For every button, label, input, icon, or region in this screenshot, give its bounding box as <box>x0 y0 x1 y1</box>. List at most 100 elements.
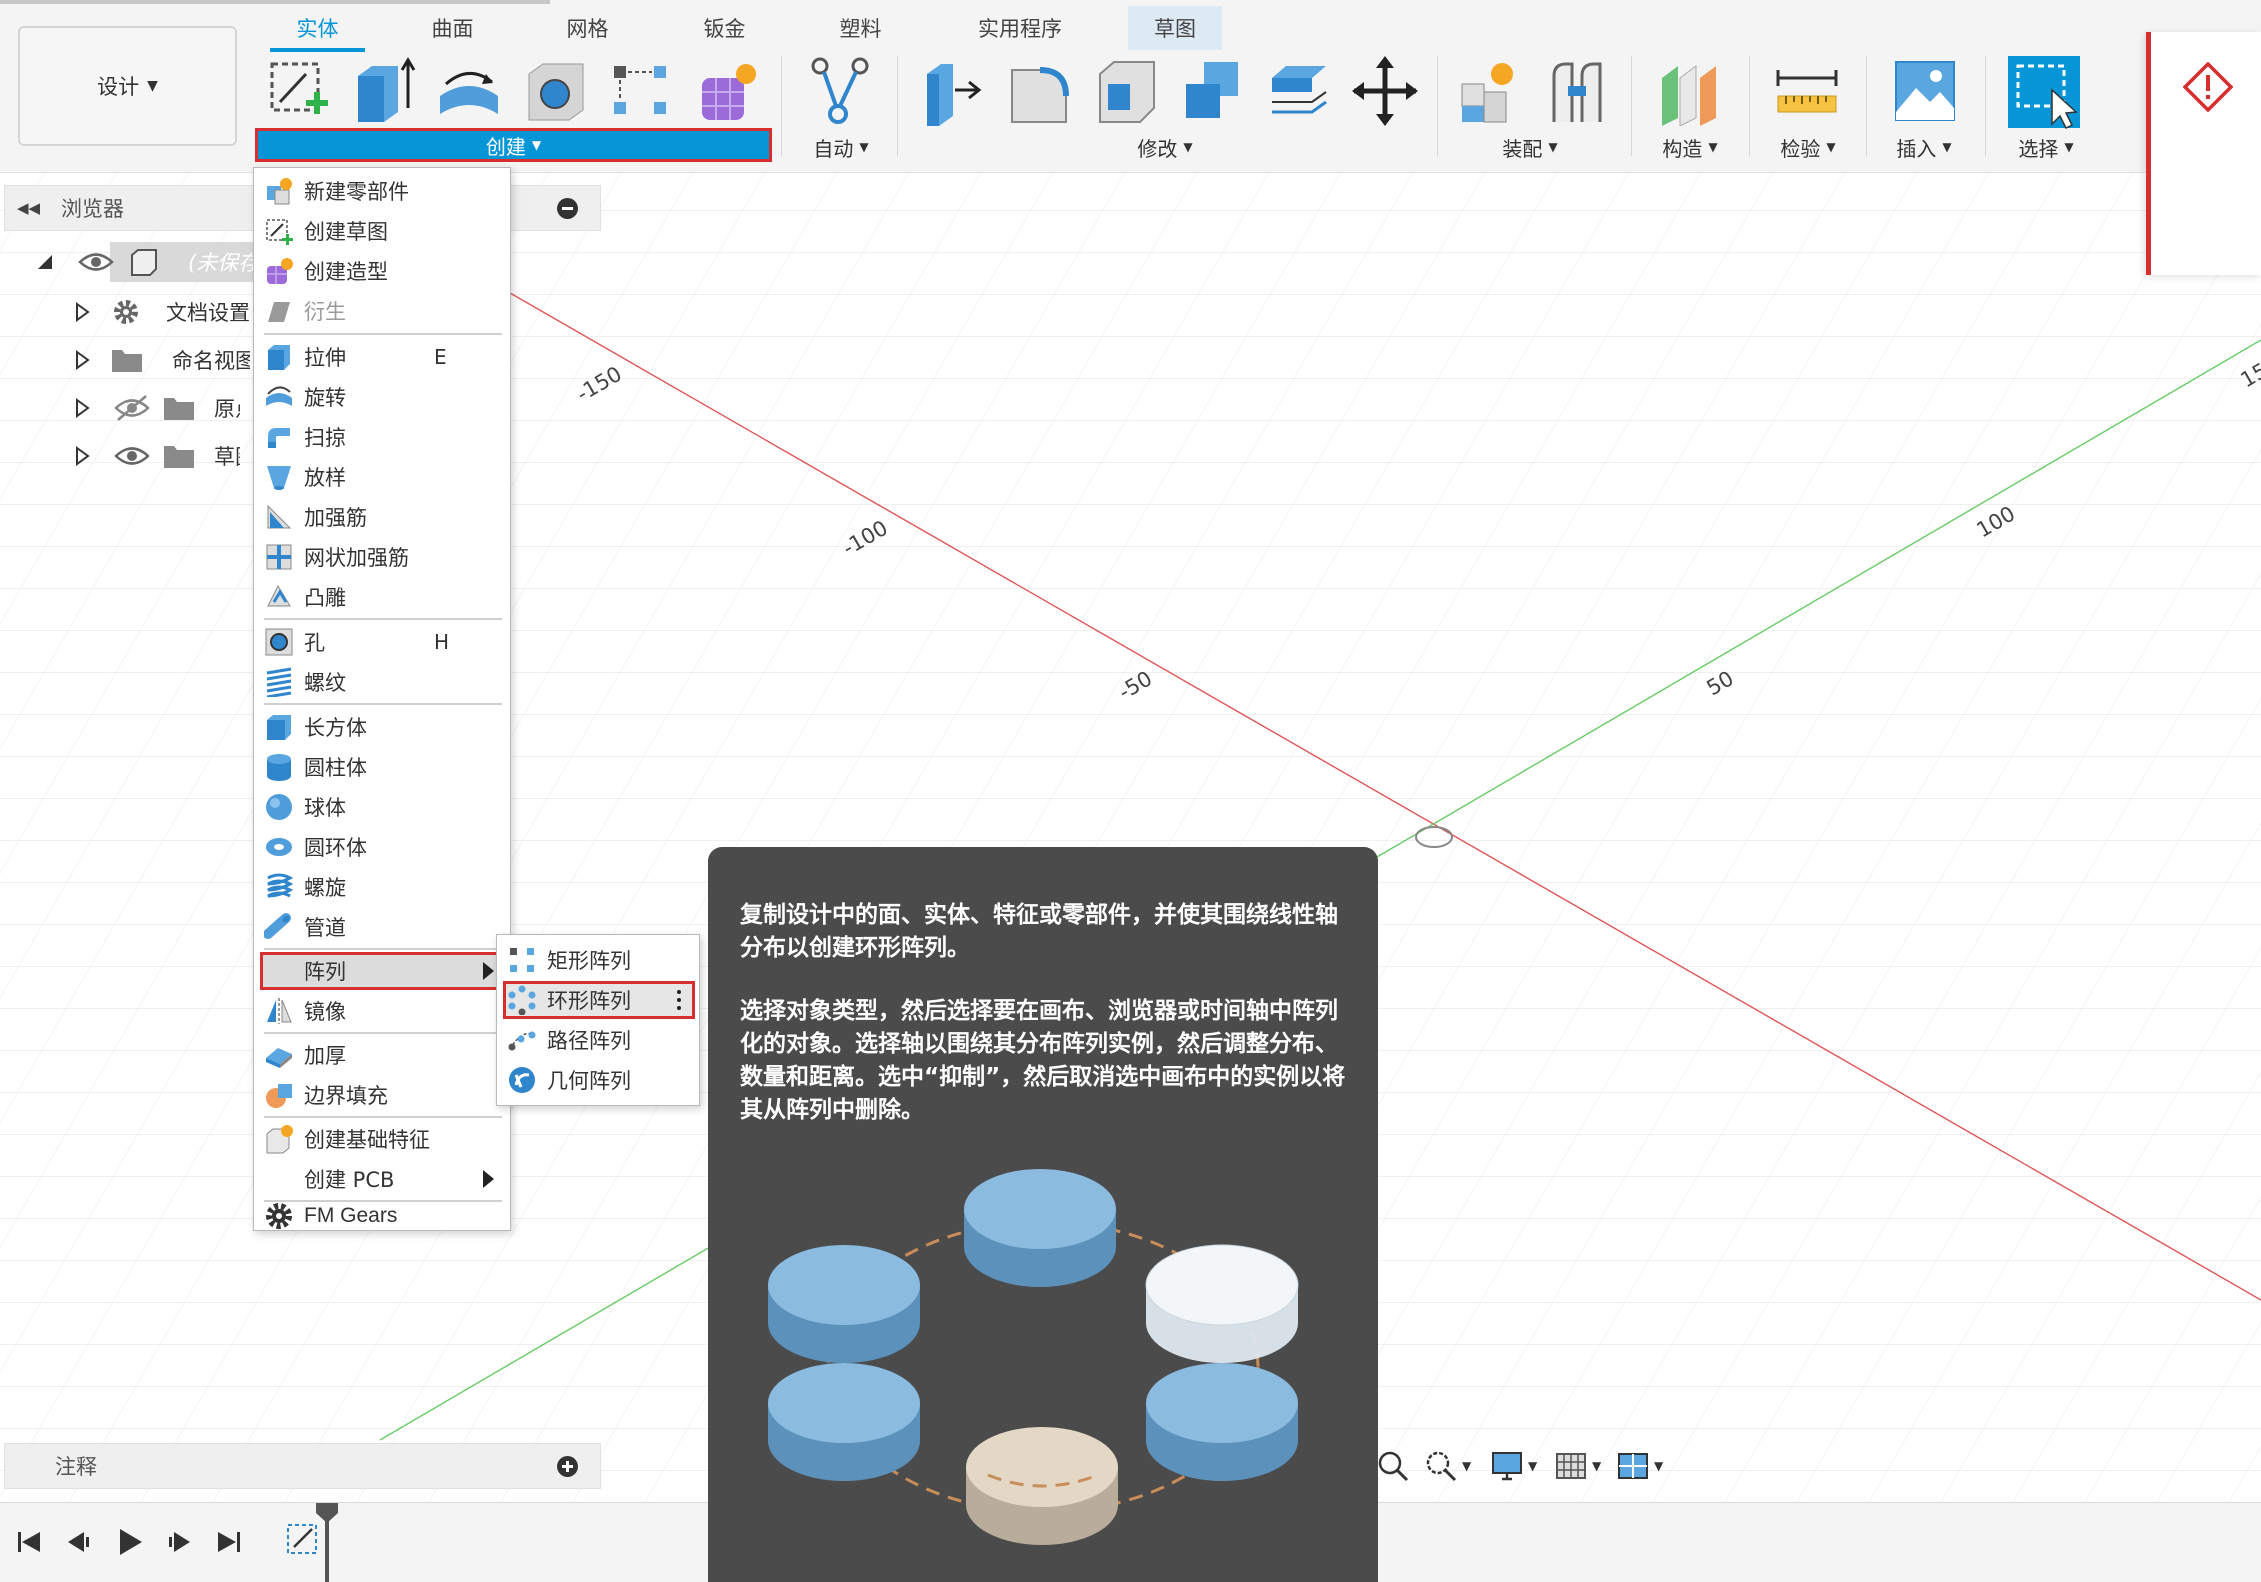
viewports-button[interactable]: ▼ <box>1616 1446 1663 1486</box>
menu-item-revolve[interactable]: 旋转 <box>260 378 504 416</box>
insert-image-icon[interactable] <box>1892 56 1958 126</box>
menu-item-torus[interactable]: 圆环体 <box>260 828 504 866</box>
construct-group-button[interactable]: 构造 ▼ <box>1650 130 1730 164</box>
minimize-icon[interactable] <box>557 198 578 219</box>
menu-item-loft[interactable]: 放样 <box>260 458 504 496</box>
tab-plastic[interactable]: 塑料 <box>813 6 908 50</box>
fillet-icon[interactable] <box>1006 56 1072 126</box>
tree-item-document-settings[interactable]: 文档设置 <box>74 292 258 332</box>
insert-group-button[interactable]: 插入 ▼ <box>1884 130 1964 164</box>
tab-surface[interactable]: 曲面 <box>405 6 500 50</box>
grid-settings-button[interactable]: ▼ <box>1554 1446 1601 1486</box>
go-to-start-icon[interactable] <box>12 1525 46 1559</box>
menu-item-thicken[interactable]: 加厚 <box>260 1036 504 1074</box>
menu-item-path-pattern[interactable]: 路径阵列 <box>503 1021 695 1059</box>
tab-solid[interactable]: 实体 <box>270 6 365 52</box>
menu-item-fm-gears[interactable]: FM Gears <box>260 1202 504 1230</box>
move-icon[interactable] <box>1352 56 1418 126</box>
tree-label: 草图 <box>214 445 240 469</box>
assemble-group-button[interactable]: 装配 ▼ <box>1490 130 1570 164</box>
collapsed-triangle-icon[interactable] <box>74 350 90 370</box>
expanded-triangle-icon[interactable] <box>36 253 54 271</box>
step-back-icon[interactable] <box>62 1525 96 1559</box>
tab-utilities[interactable]: 实用程序 <box>955 6 1085 50</box>
menu-item-sweep[interactable]: 扫掠 <box>260 418 504 456</box>
menu-item-create-pcb[interactable]: 创建 PCB <box>260 1160 504 1198</box>
display-settings-button[interactable]: ▼ <box>1490 1446 1537 1486</box>
menu-item-geometric-pattern[interactable]: 几何阵列 <box>503 1061 695 1099</box>
menu-item-create-form[interactable]: 创建造型 <box>260 252 504 290</box>
tree-root[interactable]: (未保存) <box>36 242 278 282</box>
go-to-end-icon[interactable] <box>212 1525 246 1559</box>
collapse-panel-icon[interactable]: ◀◀ <box>17 195 43 221</box>
play-icon[interactable] <box>112 1525 146 1559</box>
more-options-icon[interactable] <box>677 990 681 1010</box>
menu-item-new-component[interactable]: 新建零部件 <box>260 172 504 210</box>
group-label: 装配 <box>1502 136 1543 161</box>
tree-item-origin[interactable]: 原点 <box>74 388 240 428</box>
revolve-icon[interactable] <box>436 56 502 126</box>
tab-sheet-metal[interactable]: 钣金 <box>677 6 772 50</box>
create-menu-button[interactable]: 创建 ▼ <box>255 128 772 162</box>
select-group-button[interactable]: 选择 ▼ <box>2006 130 2086 164</box>
timeline-marker-icon[interactable] <box>314 1503 340 1582</box>
menu-item-pipe[interactable]: 管道 <box>260 908 504 946</box>
collapsed-triangle-icon[interactable] <box>74 398 90 418</box>
menu-item-label: 孔 <box>304 631 325 655</box>
eye-hidden-icon[interactable] <box>112 393 152 423</box>
combine-icon[interactable] <box>1180 56 1246 126</box>
notification-panel[interactable] <box>2146 32 2261 275</box>
menu-item-derive[interactable]: 衍生 <box>260 292 504 330</box>
offset-plane-icon[interactable] <box>1656 56 1722 126</box>
menu-item-label: 创建草图 <box>304 220 388 244</box>
chevron-down-icon: ▼ <box>859 140 869 154</box>
expand-icon[interactable] <box>557 1456 578 1477</box>
menu-item-cylinder[interactable]: 圆柱体 <box>260 748 504 786</box>
menu-item-thread[interactable]: 螺纹 <box>260 663 504 701</box>
menu-item-extrude[interactable]: 拉伸 E <box>260 338 504 376</box>
measure-icon[interactable] <box>1774 60 1840 130</box>
tab-sketch[interactable]: 草图 <box>1128 6 1222 50</box>
hole-icon[interactable] <box>523 56 589 126</box>
inspect-group-button[interactable]: 检验 ▼ <box>1768 130 1848 164</box>
menu-item-coil[interactable]: 螺旋 <box>260 868 504 906</box>
menu-item-create-sketch[interactable]: 创建草图 <box>260 212 504 250</box>
menu-item-rib[interactable]: 加强筋 <box>260 498 504 536</box>
menu-item-base-feature[interactable]: 创建基础特征 <box>260 1120 504 1158</box>
replace-face-icon[interactable] <box>1266 56 1332 126</box>
pattern-icon-graphic <box>267 955 297 985</box>
tree-item-named-views[interactable]: 命名视图 <box>74 340 250 380</box>
rectangular-pattern-icon[interactable] <box>608 56 674 126</box>
select-window-icon[interactable] <box>2006 54 2082 130</box>
new-component-icon[interactable] <box>1456 56 1522 126</box>
notes-panel-header[interactable]: 注释 <box>4 1443 601 1489</box>
menu-item-emboss[interactable]: 凸雕 <box>260 578 504 616</box>
zoom-options-button[interactable]: ▼ <box>1424 1446 1471 1486</box>
menu-item-circular-pattern[interactable]: 环形阵列 <box>503 981 695 1019</box>
step-forward-icon[interactable] <box>162 1525 196 1559</box>
create-sketch-icon[interactable] <box>266 56 332 126</box>
menu-item-sphere[interactable]: 球体 <box>260 788 504 826</box>
workspace-selector[interactable]: 设计 ▼ <box>18 26 237 146</box>
eye-icon[interactable] <box>112 441 152 471</box>
zoom-window-button[interactable] <box>1376 1446 1410 1486</box>
collapsed-triangle-icon[interactable] <box>74 302 90 322</box>
menu-item-rectangular-pattern[interactable]: 矩形阵列 <box>503 941 695 979</box>
menu-item-box[interactable]: 长方体 <box>260 708 504 746</box>
joint-icon[interactable] <box>1544 56 1610 126</box>
automate-group-button[interactable]: 自动 ▼ <box>800 130 882 164</box>
menu-item-mirror[interactable]: 镜像 <box>260 992 504 1030</box>
collapsed-triangle-icon[interactable] <box>74 446 90 466</box>
create-form-icon[interactable] <box>696 56 762 126</box>
tab-mesh[interactable]: 网格 <box>540 6 635 50</box>
menu-item-boundary-fill[interactable]: 边界填充 <box>260 1076 504 1114</box>
menu-item-web[interactable]: 网状加强筋 <box>260 538 504 576</box>
press-pull-icon[interactable] <box>919 56 985 126</box>
menu-item-hole[interactable]: 孔 H <box>260 623 504 661</box>
automate-icon[interactable] <box>808 56 874 126</box>
tree-item-sketches[interactable]: 草图 <box>74 436 240 476</box>
eye-icon[interactable] <box>76 247 116 277</box>
extrude-icon[interactable] <box>352 56 418 126</box>
shell-icon[interactable] <box>1094 56 1160 126</box>
modify-group-button[interactable]: 修改 ▼ <box>1120 130 1210 164</box>
